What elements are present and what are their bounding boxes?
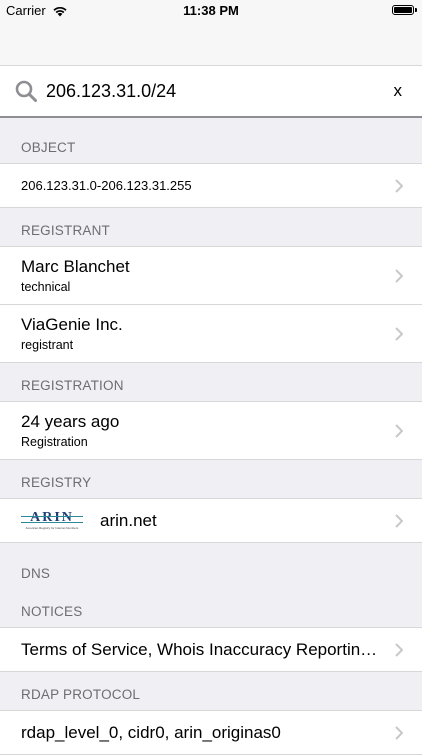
chevron-right-icon: [395, 178, 403, 193]
chevron-right-icon: [395, 725, 403, 740]
section-header-notices: NOTICES: [0, 589, 422, 628]
section-header-rdap-protocol: RDAP PROTOCOL: [0, 672, 422, 711]
object-row[interactable]: 206.123.31.0-206.123.31.255: [0, 164, 422, 208]
status-bar: Carrier 11:38 PM: [0, 0, 422, 22]
chevron-right-icon: [395, 513, 403, 528]
section-header-object: OBJECT: [0, 118, 422, 164]
notices-title: Terms of Service, Whois Inaccuracy Repor…: [21, 639, 382, 659]
registrant-row-technical[interactable]: Marc Blanchet technical: [0, 247, 422, 305]
battery-icon: [392, 5, 417, 15]
arin-logo-lines: [21, 515, 83, 523]
chevron-right-icon: [395, 642, 403, 657]
arin-logo-tagline: American Registry for Internet Numbers: [25, 525, 79, 530]
results-list: OBJECT 206.123.31.0-206.123.31.255 REGIS…: [0, 118, 422, 755]
entity-name: ViaGenie Inc.: [21, 314, 123, 334]
chevron-right-icon: [395, 326, 403, 341]
entity-role: technical: [21, 279, 71, 294]
section-header-registrant: REGISTRANT: [0, 208, 422, 247]
clear-search-button[interactable]: x: [394, 80, 403, 102]
registration-row[interactable]: 24 years ago Registration: [0, 402, 422, 460]
section-header-dns: DNS: [21, 566, 51, 581]
search-icon: [15, 80, 37, 102]
arin-logo: ARIN American Registry for Internet Numb…: [21, 510, 83, 531]
object-range-label: 206.123.31.0-206.123.31.255: [21, 177, 192, 193]
registrant-row-registrant[interactable]: ViaGenie Inc. registrant: [0, 305, 422, 363]
registration-event: Registration: [21, 434, 88, 449]
chevron-right-icon: [395, 268, 403, 283]
status-time: 11:38 PM: [183, 3, 239, 18]
registration-age: 24 years ago: [21, 411, 120, 431]
search-input[interactable]: [46, 76, 366, 106]
rdap-protocol-row[interactable]: rdap_level_0, cidr0, arin_originas0: [0, 711, 422, 755]
search-bar: x: [0, 66, 422, 118]
chevron-right-icon: [395, 423, 403, 438]
rdap-conformance-list: rdap_level_0, cidr0, arin_originas0: [21, 722, 281, 742]
notices-row[interactable]: Terms of Service, Whois Inaccuracy Repor…: [0, 628, 422, 672]
navigation-bar: [0, 22, 422, 66]
registry-domain: arin.net: [100, 510, 157, 530]
registry-row[interactable]: ARIN American Registry for Internet Numb…: [0, 499, 422, 543]
entity-name: Marc Blanchet: [21, 256, 130, 276]
section-header-registration: REGISTRATION: [0, 363, 422, 402]
entity-role: registrant: [21, 337, 74, 352]
section-header-registry: REGISTRY: [0, 460, 422, 499]
